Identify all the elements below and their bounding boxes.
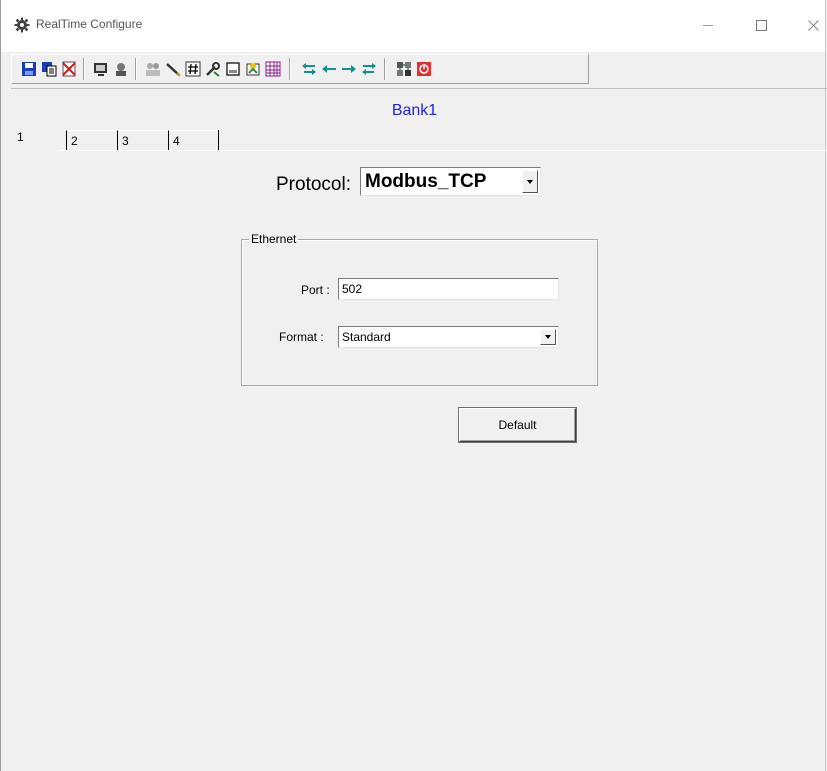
default-button[interactable]: Default [459, 408, 576, 442]
transfer-both-button[interactable] [300, 60, 318, 78]
window-icon [226, 62, 240, 76]
tab-baseline [59, 150, 827, 151]
format-label: Format : [279, 330, 324, 344]
tab-1[interactable]: 1 [13, 127, 63, 151]
monitor-icon [94, 63, 107, 76]
transfer-both-icon [302, 63, 316, 75]
arrow-left-button[interactable] [320, 60, 338, 78]
exit-button[interactable] [415, 60, 433, 78]
tab-4[interactable]: 4 [168, 130, 218, 150]
maximize-button[interactable] [738, 10, 784, 40]
ethernet-group-title: Ethernet [249, 232, 299, 246]
format-dropdown-button[interactable] [540, 329, 556, 345]
delete-button[interactable] [60, 60, 78, 78]
chevron-down-icon [527, 179, 533, 184]
toolbar-separator [289, 58, 291, 80]
protocol-select[interactable]: Modbus_TCP [360, 167, 541, 196]
protocol-label: Protocol: [276, 174, 351, 195]
grid-icon [265, 61, 281, 77]
transfer-reverse-button[interactable] [360, 60, 378, 78]
save-as-icon [42, 62, 57, 77]
window-title: RealTime Configure [36, 17, 143, 31]
wizard-button[interactable] [244, 60, 262, 78]
arrow-right-button[interactable] [340, 60, 358, 78]
toolbar [11, 54, 589, 84]
users-button[interactable] [144, 60, 162, 78]
number-icon [185, 61, 201, 77]
window-button[interactable] [224, 60, 242, 78]
connect-button[interactable] [112, 60, 130, 78]
network-button[interactable] [395, 60, 413, 78]
tab-2[interactable]: 2 [66, 130, 116, 150]
tab-end-divider [218, 130, 219, 150]
toolbar-divider [11, 88, 827, 89]
maximize-icon [755, 19, 767, 31]
minimize-button[interactable] [685, 10, 731, 40]
gear-app-icon [14, 17, 30, 33]
tools-button[interactable] [204, 60, 222, 78]
save-button[interactable] [20, 60, 38, 78]
number-button[interactable] [184, 60, 202, 78]
close-button[interactable] [790, 10, 827, 40]
toolbar-separator [384, 58, 386, 80]
users-icon [146, 63, 160, 76]
wizard-icon [246, 63, 260, 76]
arrow-left-icon [322, 65, 336, 73]
close-icon [807, 19, 819, 31]
port-label: Port : [301, 283, 330, 297]
toolbar-separator [135, 58, 137, 80]
toolbar-separator [83, 58, 85, 80]
port-input[interactable]: 502 [338, 278, 559, 300]
arrow-right-icon [342, 65, 356, 73]
save-as-button[interactable] [40, 60, 58, 78]
transfer-reverse-icon [362, 63, 376, 75]
minimize-icon [703, 24, 713, 26]
delete-icon [62, 61, 76, 77]
tab-3[interactable]: 3 [117, 130, 167, 150]
grid-button[interactable] [264, 60, 282, 78]
ethernet-groupbox [241, 239, 598, 386]
bank-heading: Bank1 [391, 102, 438, 119]
app-window: RealTime Configure Bank1 1 2 3 4 Protoco… [0, 0, 827, 771]
exit-icon [417, 62, 431, 76]
network-icon [397, 62, 411, 76]
pen-button[interactable] [164, 60, 182, 78]
protocol-value: Modbus_TCP [365, 171, 487, 192]
pen-icon [166, 63, 181, 77]
save-icon [22, 62, 36, 76]
connect-icon [116, 63, 126, 76]
format-select[interactable]: Standard [338, 326, 559, 348]
tools-icon [206, 62, 220, 77]
chevron-down-icon [545, 335, 551, 339]
format-value: Standard [342, 330, 391, 344]
protocol-dropdown-button[interactable] [522, 170, 538, 193]
title-bar: RealTime Configure [1, 0, 825, 52]
monitor-button[interactable] [92, 60, 110, 78]
